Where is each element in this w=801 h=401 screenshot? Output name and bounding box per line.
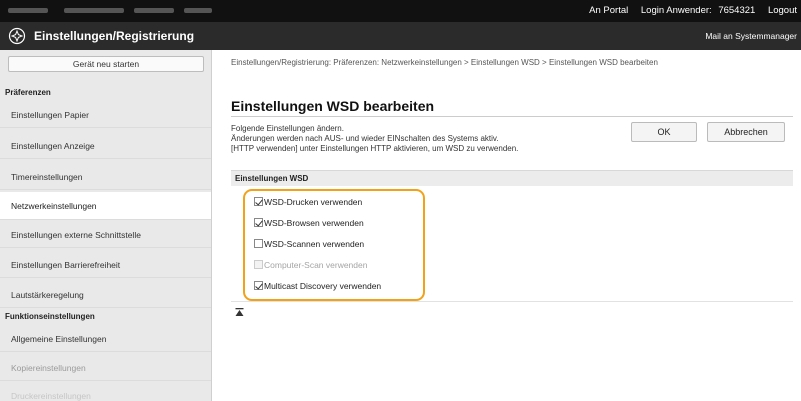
sidebar-item-common[interactable]: Allgemeine Einstellungen bbox=[0, 326, 211, 352]
sidebar-section-preferences: Präferenzen bbox=[5, 88, 51, 97]
option-label: Multicast Discovery verwenden bbox=[264, 281, 382, 291]
sidebar-item-volume[interactable]: Lautstärkeregelung bbox=[0, 282, 211, 308]
sidebar-item-printer[interactable]: Druckereinstellungen bbox=[0, 383, 211, 401]
settings-logo-icon bbox=[8, 27, 26, 45]
blurred-text bbox=[134, 8, 174, 13]
login-user-label: Login Anwender: bbox=[640, 5, 712, 16]
wsd-scan-checkbox[interactable] bbox=[254, 239, 263, 248]
sidebar-item-accessibility[interactable]: Einstellungen Barrierefreiheit bbox=[0, 252, 211, 278]
cancel-button[interactable]: Abbrechen bbox=[707, 122, 785, 142]
blurred-text bbox=[184, 8, 212, 13]
sidebar-item-paper[interactable]: Einstellungen Papier bbox=[0, 102, 211, 128]
wsd-settings-header: Einstellungen WSD bbox=[231, 170, 793, 186]
option-label: Computer-Scan verwenden bbox=[264, 260, 368, 270]
option-wsd-browse[interactable]: WSD-Browsen verwenden bbox=[254, 216, 364, 230]
login-user-id: 7654321 bbox=[718, 5, 756, 16]
sidebar-item-network[interactable]: Netzwerkeinstellungen bbox=[0, 192, 211, 220]
computer-scan-checkbox bbox=[254, 260, 263, 269]
main-content: Einstellungen/Registrierung: Präferenzen… bbox=[213, 50, 801, 401]
sidebar-item-timer[interactable]: Timereinstellungen bbox=[0, 164, 211, 190]
blurred-text bbox=[8, 8, 48, 13]
header-bar: Einstellungen/Registrierung Mail an Syst… bbox=[0, 22, 801, 50]
back-to-top-icon[interactable] bbox=[235, 308, 244, 317]
option-multicast-discovery[interactable]: Multicast Discovery verwenden bbox=[254, 279, 381, 293]
option-wsd-print[interactable]: WSD-Drucken verwenden bbox=[254, 195, 362, 209]
restart-device-button[interactable]: Gerät neu starten bbox=[8, 56, 204, 72]
mail-admin-link[interactable]: Mail an Systemmanager bbox=[705, 31, 797, 41]
option-label: WSD-Browsen verwenden bbox=[264, 218, 364, 228]
description-line: Folgende Einstellungen ändern. bbox=[231, 124, 344, 133]
description: Folgende Einstellungen ändern. Änderunge… bbox=[231, 124, 518, 154]
top-bar: An Portal Login Anwender: 7654321 Logout bbox=[0, 0, 801, 22]
page-header-title: Einstellungen/Registrierung bbox=[34, 29, 195, 43]
multicast-discovery-checkbox[interactable] bbox=[254, 281, 263, 290]
option-label: WSD-Drucken verwenden bbox=[264, 197, 363, 207]
breadcrumb: Einstellungen/Registrierung: Präferenzen… bbox=[231, 58, 658, 67]
wsd-browse-checkbox[interactable] bbox=[254, 218, 263, 227]
top-links: An Portal Login Anwender: 7654321 Logout bbox=[589, 5, 797, 16]
ok-button[interactable]: OK bbox=[631, 122, 697, 142]
blurred-text bbox=[64, 8, 124, 13]
sidebar-section-functions: Funktionseinstellungen bbox=[5, 312, 95, 321]
description-line: Änderungen werden nach AUS- und wieder E… bbox=[231, 134, 499, 143]
sidebar: Gerät neu starten Präferenzen Einstellun… bbox=[0, 50, 212, 401]
title-divider bbox=[231, 116, 793, 117]
portal-link[interactable]: An Portal bbox=[589, 5, 628, 16]
page-title: Einstellungen WSD bearbeiten bbox=[231, 98, 435, 114]
option-wsd-scan[interactable]: WSD-Scannen verwenden bbox=[254, 237, 364, 251]
sidebar-item-external-interface[interactable]: Einstellungen externe Schnittstelle bbox=[0, 222, 211, 248]
sidebar-item-display[interactable]: Einstellungen Anzeige bbox=[0, 133, 211, 159]
sidebar-item-copy[interactable]: Kopiereinstellungen bbox=[0, 355, 211, 381]
option-computer-scan: Computer-Scan verwenden bbox=[254, 258, 367, 272]
option-label: WSD-Scannen verwenden bbox=[264, 239, 365, 249]
wsd-print-checkbox[interactable] bbox=[254, 197, 263, 206]
description-line: [HTTP verwenden] unter Einstellungen HTT… bbox=[231, 144, 519, 153]
logout-link[interactable]: Logout bbox=[768, 5, 797, 16]
